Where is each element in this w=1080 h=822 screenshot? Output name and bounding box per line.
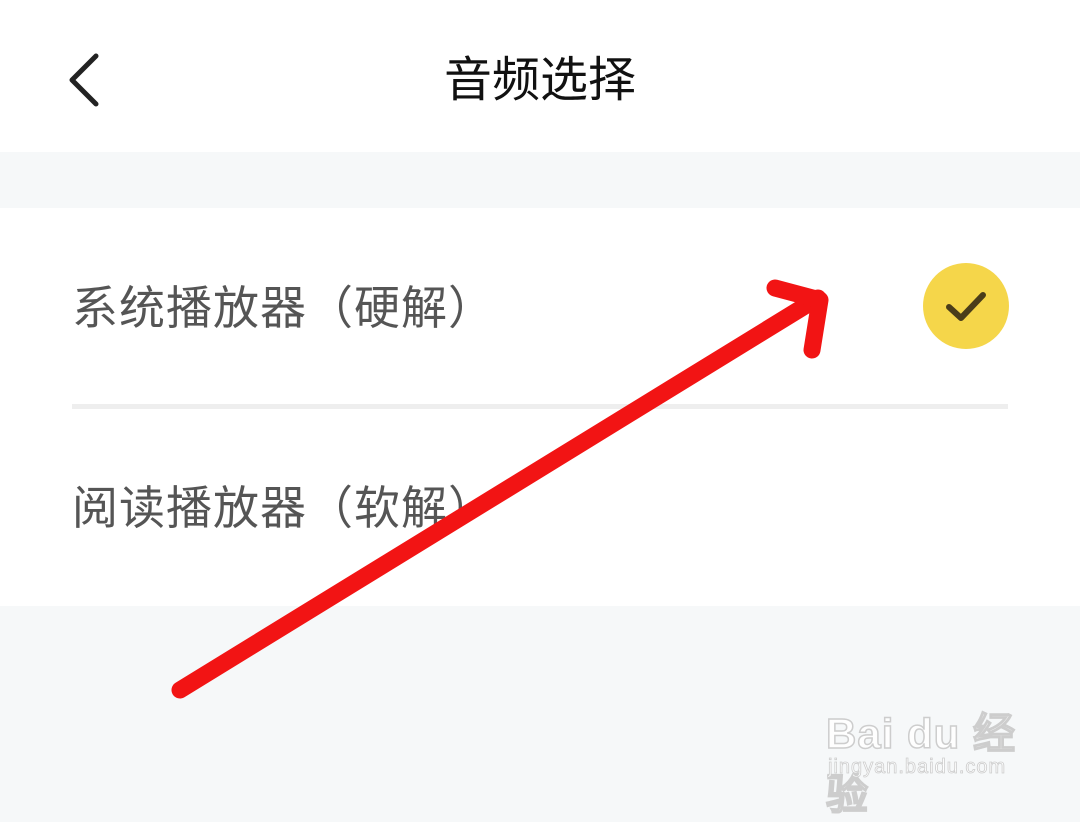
option-system-player[interactable]: 系统播放器（硬解） bbox=[0, 208, 1080, 406]
option-label: 系统播放器（硬解） bbox=[72, 281, 495, 335]
option-reader-player[interactable]: 阅读播放器（软解） bbox=[0, 408, 1080, 606]
check-icon bbox=[946, 292, 986, 321]
audio-option-list: 系统播放器（硬解） 阅读播放器（软解） bbox=[0, 208, 1080, 606]
option-label: 阅读播放器（软解） bbox=[72, 481, 495, 535]
page-title: 音频选择 bbox=[443, 52, 636, 108]
baidu-watermark: Bai du 经验 jingyan.baidu.com bbox=[825, 690, 1036, 819]
section-gap bbox=[0, 152, 1080, 208]
watermark-url: jingyan.baidu.com bbox=[828, 756, 1007, 779]
selected-check-badge bbox=[923, 263, 1009, 349]
header: 音频选择 bbox=[0, 0, 1080, 152]
